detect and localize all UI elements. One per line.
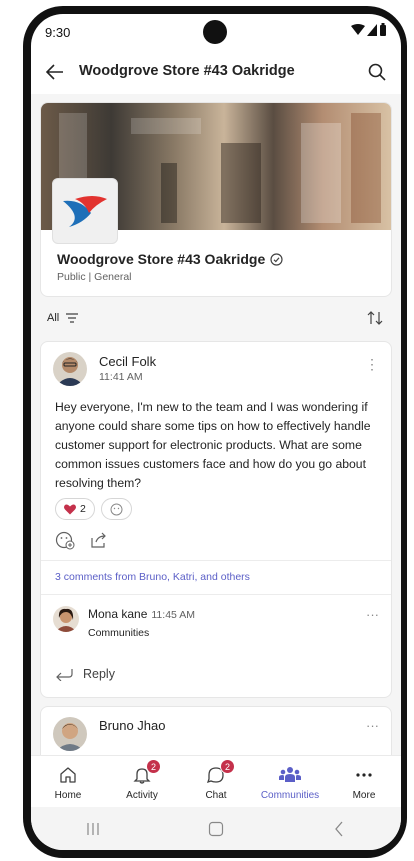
activity-badge: 2 [146, 759, 161, 774]
share-icon[interactable] [89, 530, 109, 550]
status-time: 9:30 [45, 25, 71, 40]
team-logo [52, 178, 118, 244]
tab-label: Communities [260, 790, 320, 801]
tab-label: Home [54, 790, 82, 801]
status-bar: 9:30 [31, 14, 401, 50]
reactions: 2 [55, 498, 132, 520]
reaction-count: 2 [80, 503, 86, 515]
feed[interactable]: Woodgrove Store #43 Oakridge Public | Ge… [31, 94, 401, 755]
app-bar: Woodgrove Store #43 Oakridge [31, 52, 401, 92]
reply-author: Mona kane 11:45 AM [88, 607, 195, 621]
arrow-left-icon [46, 64, 63, 80]
bottom-tab-bar: Home 2 Activity 2 Chat Communities More [31, 755, 401, 807]
tab-label: More [352, 790, 376, 801]
bell-icon: 2 [131, 759, 161, 786]
wifi-icon [351, 23, 365, 35]
heart-reaction[interactable]: 2 [55, 498, 95, 520]
chat-icon: 2 [205, 759, 235, 786]
heart-icon [64, 504, 76, 514]
post-body: Hey everyone, I'm new to the team and I … [55, 400, 371, 490]
post-actions [55, 530, 109, 550]
more-icon [353, 764, 375, 786]
reply-time: 11:45 AM [151, 609, 195, 621]
verified-check-icon [270, 252, 283, 266]
back-nav-button[interactable] [319, 814, 359, 844]
post-more-options-icon[interactable]: ⋮ [365, 356, 379, 373]
tab-label: Activity [126, 790, 158, 801]
tab-communities[interactable]: Communities [253, 756, 327, 807]
back-button[interactable] [41, 58, 69, 86]
team-channel: Public | General [57, 271, 132, 283]
post-author[interactable]: Cecil Folk [99, 354, 156, 369]
filter-icon [66, 313, 79, 323]
camera-cutout [203, 20, 227, 44]
filter-row: All [31, 306, 401, 332]
divider [41, 560, 391, 561]
tab-home[interactable]: Home [31, 756, 105, 807]
sort-button[interactable] [367, 310, 385, 328]
battery-icon [380, 23, 386, 36]
reply-more-options-icon[interactable]: ··· [366, 607, 379, 622]
recents-icon [87, 822, 99, 835]
post-card[interactable]: Bruno Jhao ··· [40, 706, 392, 755]
react-emoji-icon[interactable] [55, 530, 75, 550]
tab-label: Chat [205, 790, 227, 801]
system-nav-bar [31, 807, 401, 850]
woodgrove-logo-icon [63, 196, 107, 227]
tab-activity[interactable]: 2 Activity [105, 756, 179, 807]
page-title: Woodgrove Store #43 Oakridge [79, 63, 295, 79]
screen: 9:30 Woodgrove Store #43 Oakridge Woodgr… [31, 14, 401, 850]
reply-button[interactable]: Reply [55, 667, 115, 681]
sort-arrows-icon [367, 311, 383, 325]
reply-text: Communities [88, 627, 150, 639]
home-nav-button[interactable] [196, 814, 236, 844]
add-emoji-icon [110, 503, 123, 515]
comments-summary-link[interactable]: 3 comments from Bruno, Katri, and others [55, 571, 250, 583]
signal-icon [367, 23, 377, 36]
author-avatar[interactable] [53, 352, 87, 386]
home-square-icon [208, 821, 224, 836]
reply-label: Reply [83, 667, 115, 681]
author-avatar[interactable] [53, 717, 87, 751]
post-card[interactable]: Cecil Folk 11:41 AM ⋮ Hey everyone, I'm … [40, 341, 392, 698]
tab-more[interactable]: More [327, 756, 401, 807]
chevron-left-icon [335, 821, 343, 836]
filter-label: All [47, 312, 60, 324]
divider [41, 594, 391, 595]
search-button[interactable] [363, 58, 391, 86]
post-more-options-icon[interactable]: ··· [366, 718, 379, 733]
team-name: Woodgrove Store #43 Oakridge [57, 251, 283, 267]
recents-button[interactable] [73, 814, 113, 844]
chat-badge: 2 [220, 759, 235, 774]
tab-chat[interactable]: 2 Chat [179, 756, 253, 807]
home-icon [57, 764, 79, 786]
team-header-card[interactable]: Woodgrove Store #43 Oakridge Public | Ge… [40, 102, 392, 297]
communities-icon [279, 764, 301, 786]
reply-avatar[interactable] [53, 606, 79, 632]
search-icon [368, 63, 386, 81]
status-icons [351, 23, 387, 36]
post-time: 11:41 AM [99, 371, 143, 383]
filter-button[interactable]: All [47, 312, 79, 324]
post-author[interactable]: Bruno Jhao [99, 718, 166, 733]
add-reaction-pill[interactable] [100, 498, 132, 520]
reply-arrow-icon [56, 669, 73, 681]
